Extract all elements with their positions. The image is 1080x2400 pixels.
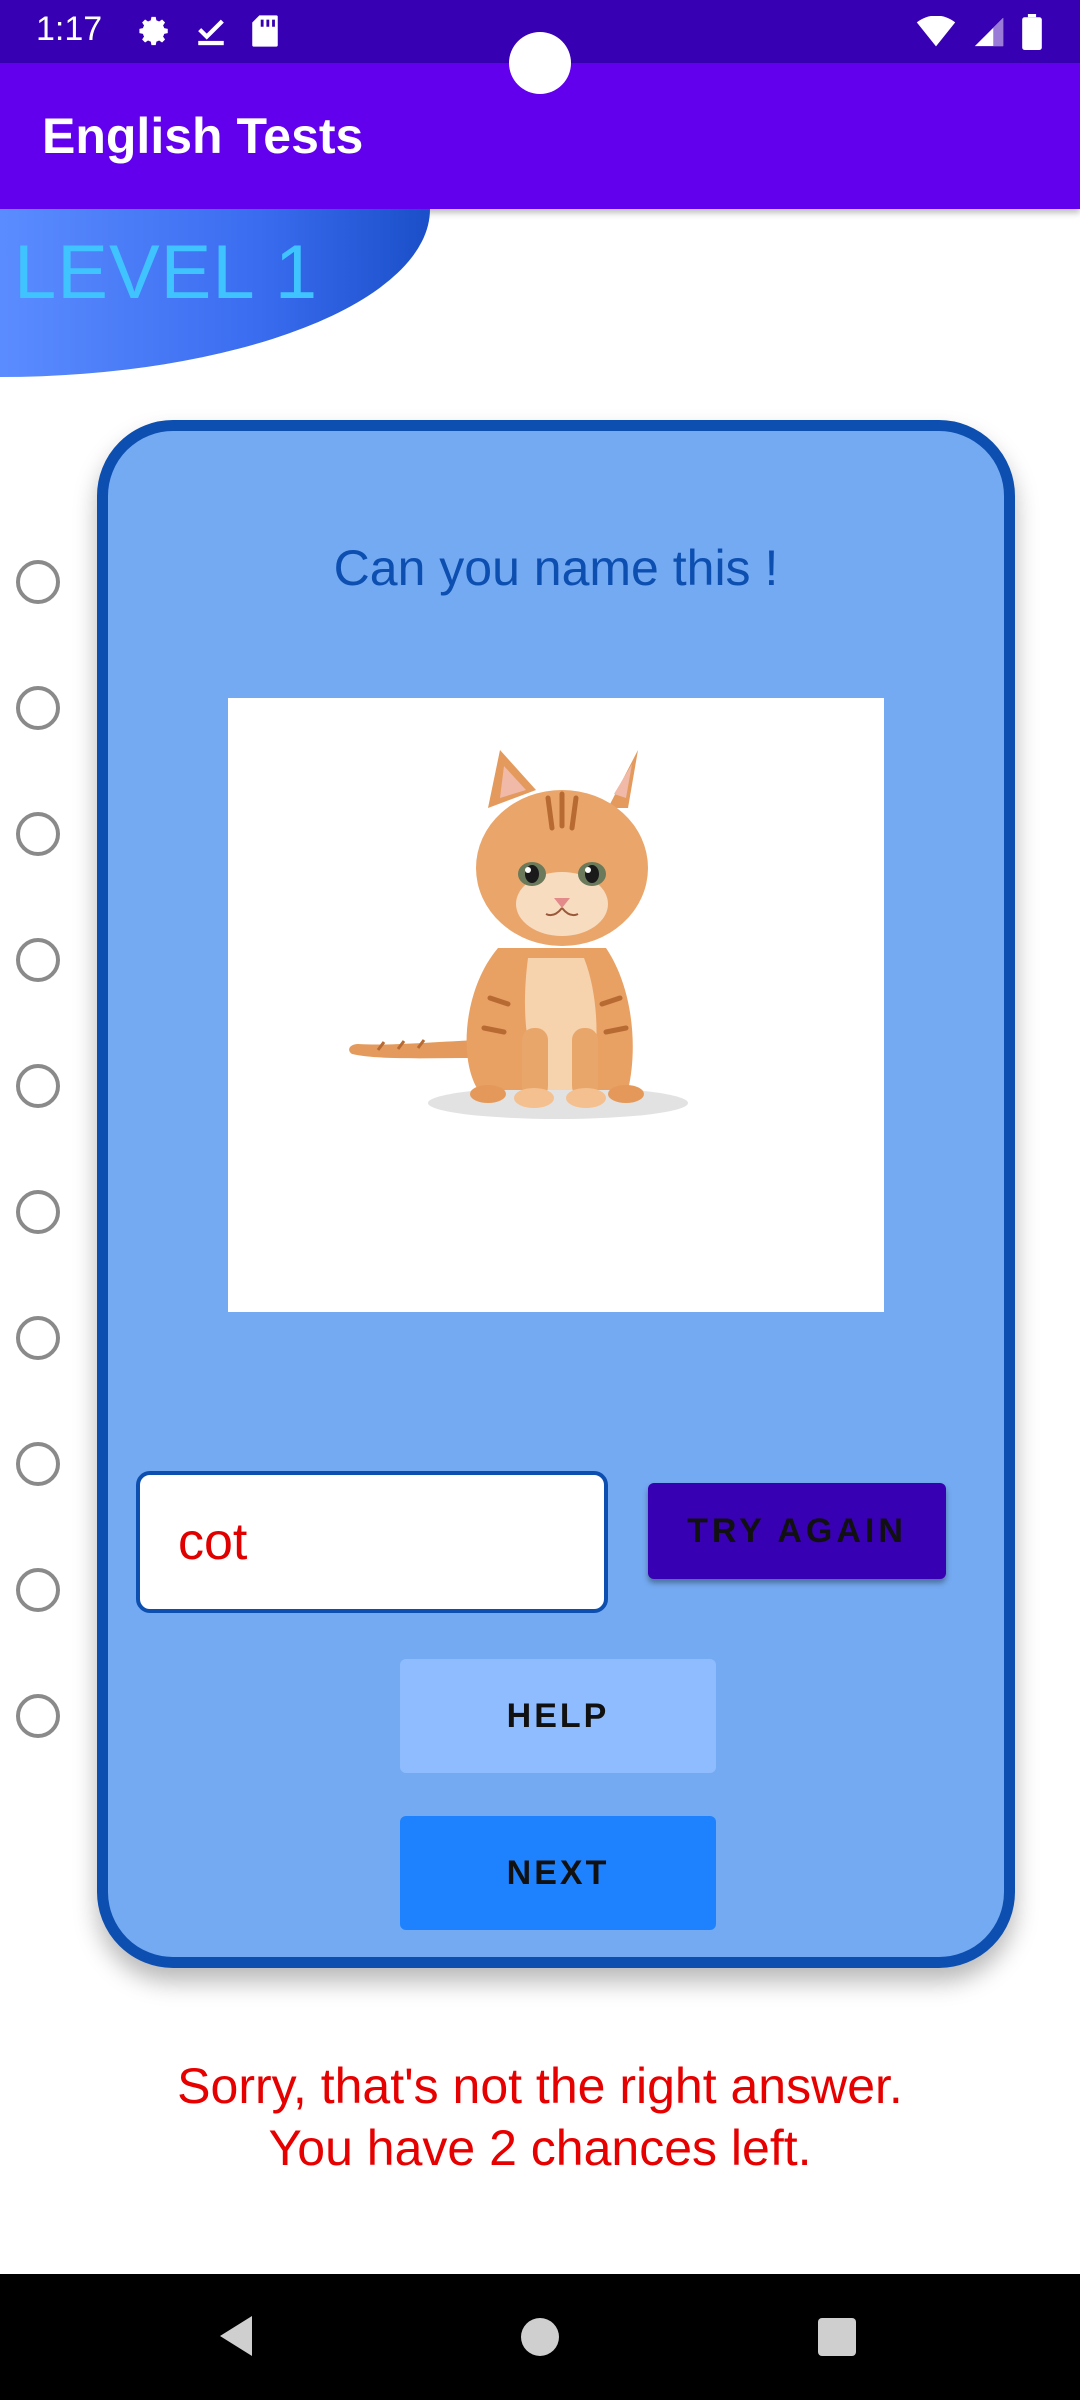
progress-step[interactable] (16, 938, 60, 982)
battery-icon (1022, 14, 1042, 50)
back-icon[interactable] (216, 2312, 256, 2360)
progress-step[interactable] (16, 1442, 60, 1486)
level-badge: LEVEL 1 (0, 209, 430, 377)
feedback-message: Sorry, that's not the right answer. You … (0, 2055, 1080, 2179)
progress-step[interactable] (16, 1064, 60, 1108)
status-icons-right (916, 14, 1042, 50)
progress-step[interactable] (16, 686, 60, 730)
feedback-line-1: Sorry, that's not the right answer. (177, 2058, 903, 2114)
kitten-illustration (349, 750, 688, 1119)
screen: 1:17 English Tests LEVEL 1 Can you name … (0, 0, 1080, 2400)
home-icon[interactable] (521, 2318, 559, 2356)
level-label: LEVEL 1 (14, 230, 319, 315)
progress-step[interactable] (16, 1694, 60, 1738)
signal-icon (974, 17, 1004, 47)
feedback-line-2: You have 2 chances left. (268, 2120, 812, 2176)
progress-step[interactable] (16, 1568, 60, 1612)
next-button[interactable]: NEXT (400, 1816, 716, 1930)
download-check-icon (198, 19, 224, 46)
wifi-icon (916, 16, 956, 47)
kitten-image (228, 698, 884, 1312)
recents-icon[interactable] (818, 2318, 856, 2356)
status-icons-left (138, 14, 280, 48)
navigation-bar (0, 2274, 1080, 2400)
app-title: English Tests (42, 108, 364, 164)
answer-input[interactable]: cot (136, 1471, 608, 1613)
progress-step[interactable] (16, 560, 60, 604)
try-again-button[interactable]: TRY AGAIN (648, 1483, 946, 1579)
question-text: Can you name this ! (333, 540, 779, 596)
sd-card-icon (252, 15, 278, 47)
help-button[interactable]: HELP (400, 1659, 716, 1773)
question-card: Can you name this ! cot TRY AGAIN HELP N… (97, 420, 1015, 1968)
progress-step[interactable] (16, 1190, 60, 1234)
gear-icon (139, 16, 168, 46)
progress-step[interactable] (16, 812, 60, 856)
progress-step[interactable] (16, 1316, 60, 1360)
status-time: 1:17 (36, 10, 103, 48)
camera-cutout (509, 32, 571, 94)
